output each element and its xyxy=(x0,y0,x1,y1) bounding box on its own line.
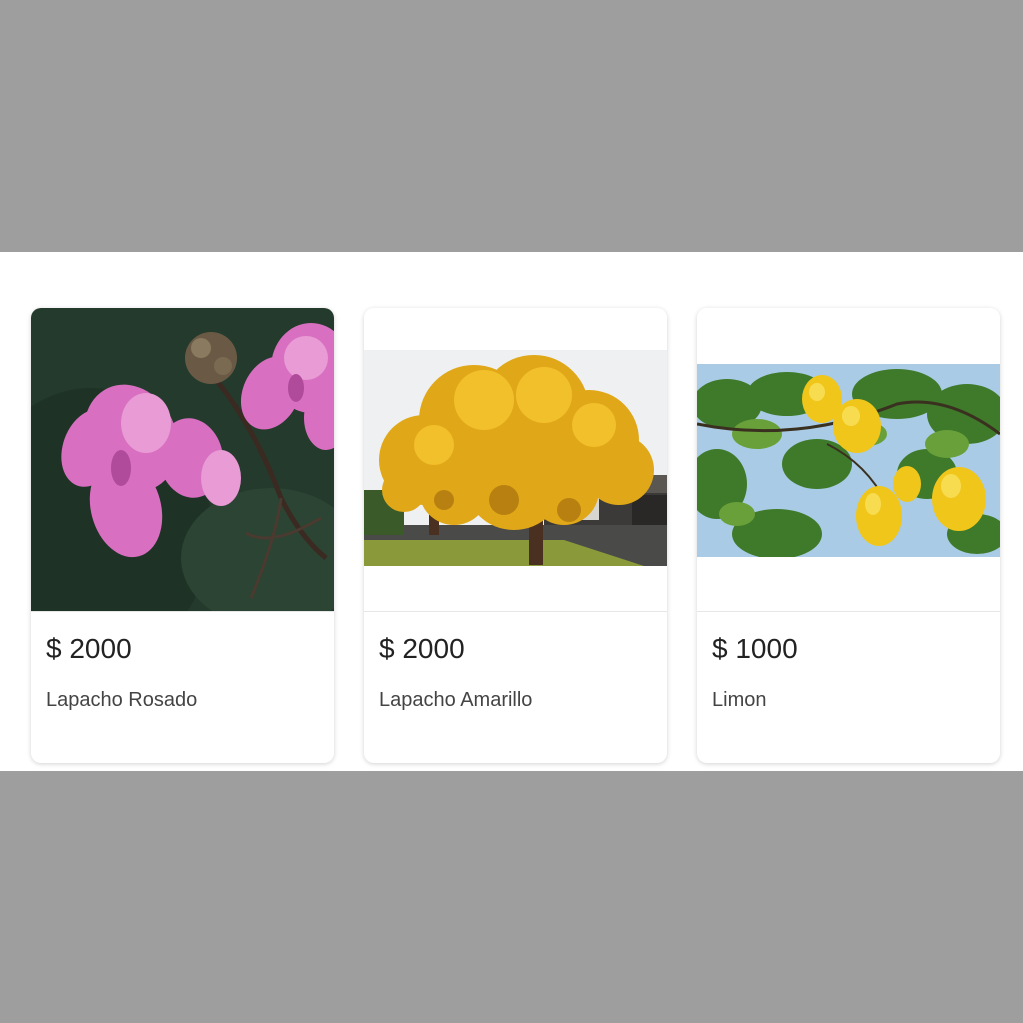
product-price: $ 2000 xyxy=(379,633,465,664)
product-image-frame xyxy=(364,308,667,612)
product-name[interactable]: Limon xyxy=(712,689,766,712)
product-card-lapacho-amarillo[interactable]: $ 2000 Lapacho Amarillo xyxy=(364,308,667,763)
yellow-tree-photo[interactable] xyxy=(364,350,667,566)
product-card-lapacho-rosado[interactable]: $ 2000 Lapacho Rosado xyxy=(31,308,334,763)
lemon-tree-photo[interactable] xyxy=(697,364,1000,557)
product-price: $ 1000 xyxy=(712,633,798,664)
product-card-limon[interactable]: $ 1000 Limon xyxy=(697,308,1000,763)
product-image-frame xyxy=(31,308,334,612)
product-price: $ 2000 xyxy=(46,633,132,664)
pink-flower-photo[interactable] xyxy=(31,308,334,611)
product-name[interactable]: Lapacho Rosado xyxy=(46,689,197,712)
product-name[interactable]: Lapacho Amarillo xyxy=(379,689,532,712)
product-image-frame xyxy=(697,308,1000,612)
